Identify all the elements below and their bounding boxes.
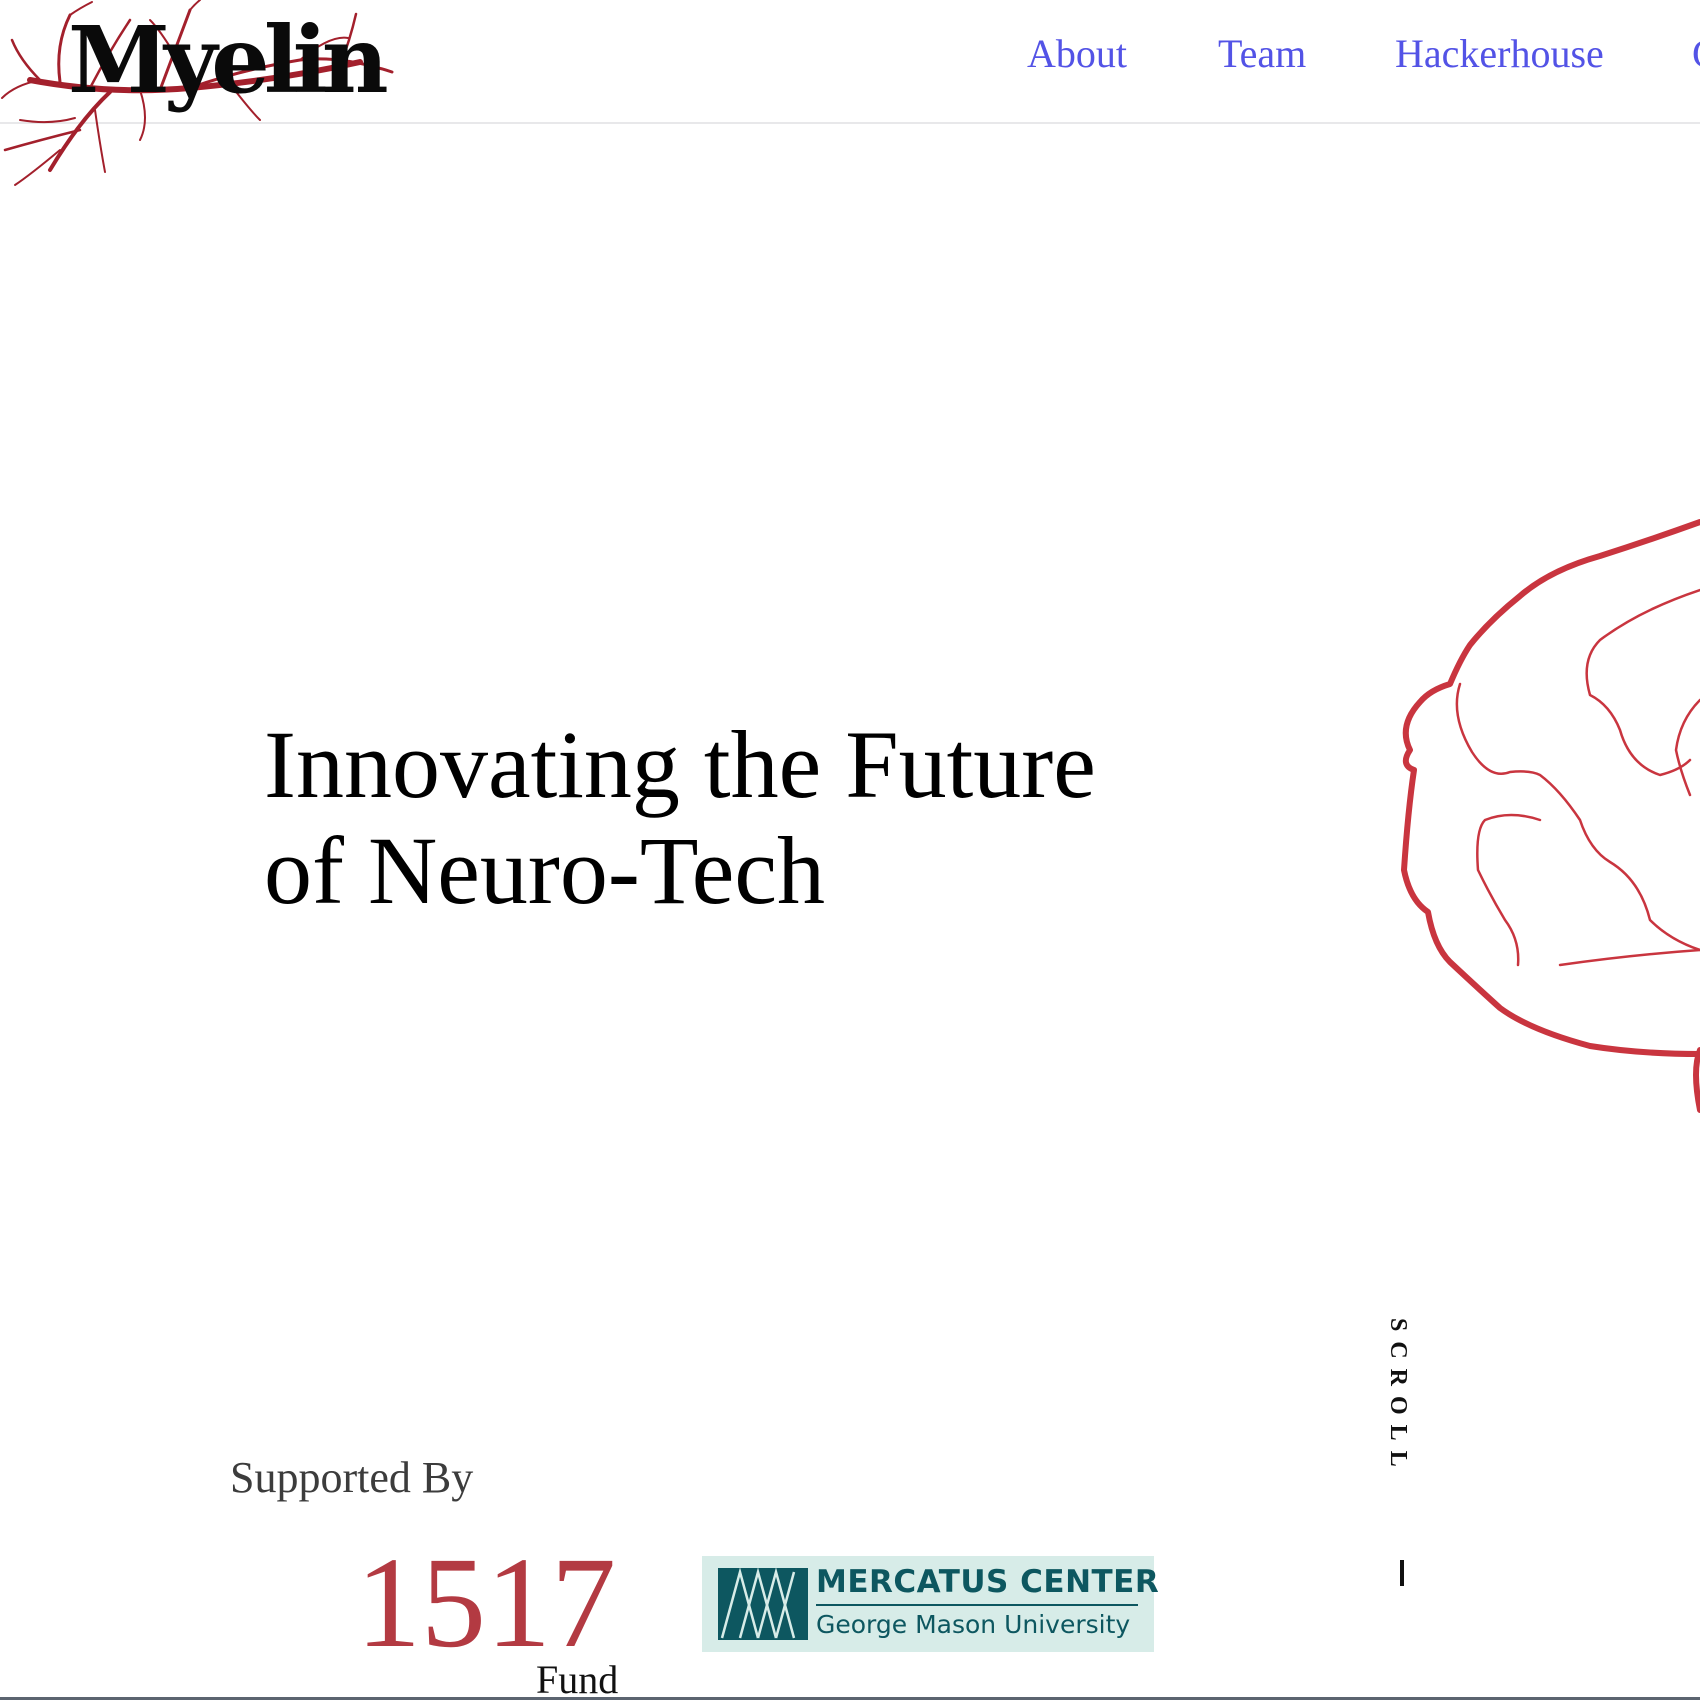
nav-link-about[interactable]: About	[1027, 30, 1127, 77]
fund-logo-number: 1517	[356, 1531, 616, 1675]
nav-link-team[interactable]: Team	[1218, 30, 1306, 77]
brain-outline-icon	[1401, 519, 1700, 1113]
scroll-indicator-label: SCROLL	[1385, 1318, 1411, 1477]
page: About Team Hackerhouse C	[0, 0, 1700, 1700]
hero-headline: Innovating the Future of Neuro-Tech	[264, 712, 1164, 924]
nav-link-cut-off[interactable]: C	[1692, 30, 1700, 77]
scroll-indicator-line	[1400, 1560, 1404, 1586]
mercatus-divider	[816, 1604, 1138, 1606]
brand-logo[interactable]: Myelin	[0, 0, 420, 190]
fund-logo-word: Fund	[536, 1657, 619, 1700]
brand-wordmark: Myelin	[68, 6, 389, 114]
sponsor-logo-mercatus-center[interactable]: MERCATUS CENTER George Mason University	[702, 1556, 1159, 1652]
hero-headline-line-2: of Neuro-Tech	[264, 817, 825, 924]
hero-headline-line-1: Innovating the Future	[264, 711, 1096, 818]
mercatus-subtitle: George Mason University	[816, 1610, 1131, 1639]
supported-by-heading: Supported By	[230, 1453, 474, 1502]
mercatus-emblem-icon	[718, 1568, 808, 1640]
nav-link-hackerhouse[interactable]: Hackerhouse	[1395, 30, 1604, 77]
mercatus-name: MERCATUS CENTER	[816, 1564, 1160, 1600]
sponsor-logo-1517-fund[interactable]: 1517 Fund	[356, 1538, 646, 1700]
